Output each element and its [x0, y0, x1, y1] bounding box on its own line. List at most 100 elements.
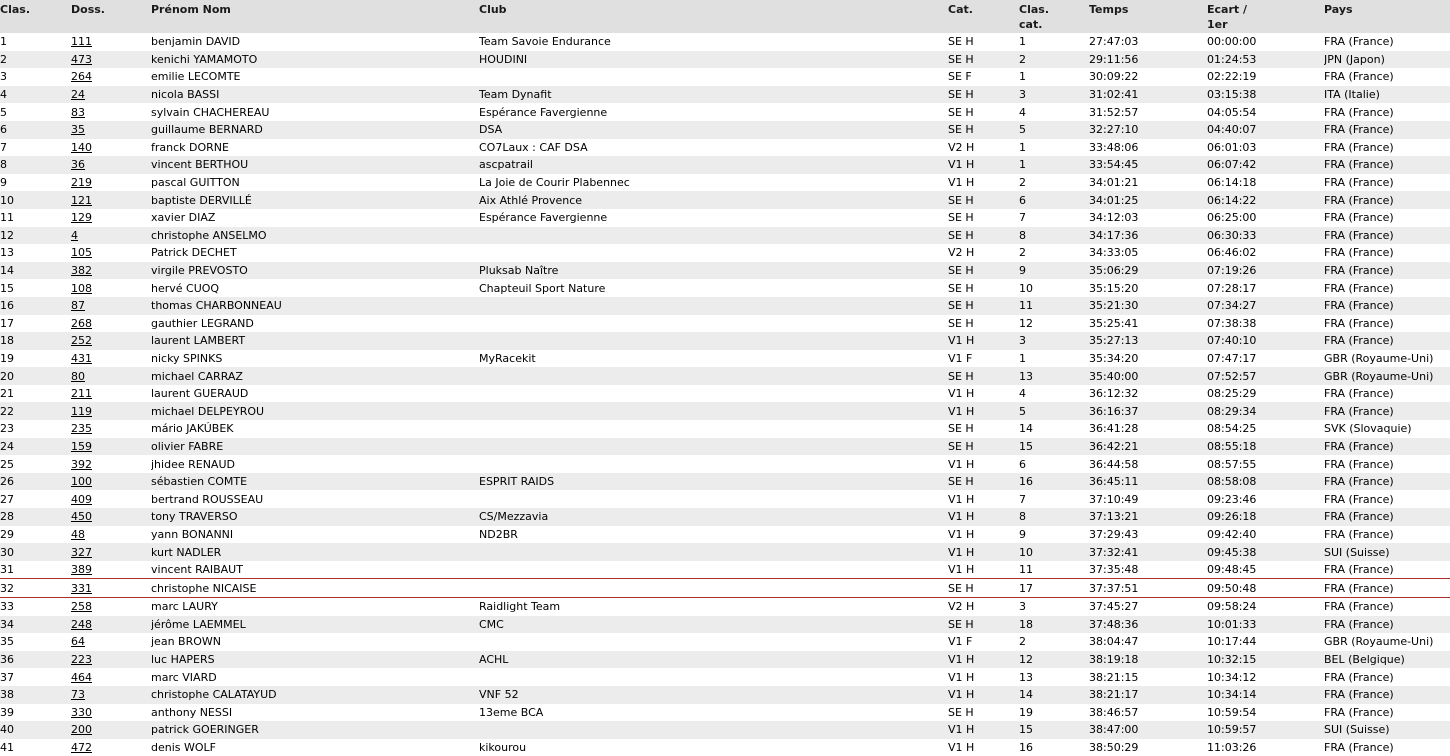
cell-clas-cat: 2 — [1019, 244, 1089, 262]
bib-link[interactable]: 83 — [71, 106, 85, 119]
header-doss[interactable]: Doss. — [71, 0, 151, 33]
bib-link[interactable]: 331 — [71, 582, 92, 595]
cell-club: Pluksab Naître — [479, 261, 948, 280]
table-row[interactable]: 19 431 nicky SPINKS MyRacekit V1 F 1 35:34:20 0… — [0, 349, 1450, 368]
header-club[interactable]: Club — [479, 0, 948, 33]
bib-link[interactable]: 464 — [71, 671, 92, 684]
cell-doss: 108 — [71, 279, 151, 297]
header-clas[interactable]: Clas. — [0, 0, 71, 33]
bib-link[interactable]: 35 — [71, 123, 85, 136]
header-clas-cat[interactable]: Clas. cat. — [1019, 0, 1089, 33]
bib-link[interactable]: 389 — [71, 563, 92, 576]
bib-link[interactable]: 111 — [71, 35, 92, 48]
table-row[interactable]: 6 35 guillaume BERNARD DSA SE H 5 32:27:10 04:4… — [0, 120, 1450, 139]
bib-link[interactable]: 64 — [71, 635, 85, 648]
bib-link[interactable]: 473 — [71, 53, 92, 66]
bib-link[interactable]: 119 — [71, 405, 92, 418]
bib-link[interactable]: 392 — [71, 458, 92, 471]
table-row[interactable]: 21 211 laurent GUERAUD V1 H 4 36:12:32 08:25:2… — [0, 384, 1450, 403]
table-row[interactable]: 35 64 jean BROWN V1 F 2 38:04:47 10:17:44 GBR (… — [0, 633, 1450, 651]
bib-link[interactable]: 431 — [71, 352, 92, 365]
table-row[interactable]: 41 472 denis WOLF kikourou V1 H 16 38:50:29 11:… — [0, 738, 1450, 756]
bib-link[interactable]: 80 — [71, 370, 85, 383]
table-row[interactable]: 23 235 mário JAKÚBEK SE H 14 36:41:28 08:54:25… — [0, 420, 1450, 438]
bib-link[interactable]: 24 — [71, 88, 85, 101]
table-row[interactable]: 26 100 sébastien COMTE ESPRIT RAIDS SE H 16 36… — [0, 472, 1450, 491]
bib-link[interactable]: 100 — [71, 475, 92, 488]
table-row[interactable]: 38 73 christophe CALATAYUD VNF 52 V1 H 14 38:2… — [0, 685, 1450, 704]
table-row[interactable]: 17 268 gauthier LEGRAND SE H 12 35:25:41 07:38… — [0, 314, 1450, 333]
bib-link[interactable]: 105 — [71, 246, 92, 259]
cell-doss: 80 — [71, 367, 151, 385]
table-row[interactable]: 2 473 kenichi YAMAMOTO HOUDINI SE H 2 29:11:56… — [0, 50, 1450, 69]
table-row[interactable]: 15 108 hervé CUOQ Chapteuil Sport Nature SE … — [0, 279, 1450, 297]
table-row[interactable]: 9 219 pascal GUITTON La Joie de Courir Plab… — [0, 173, 1450, 192]
header-nom[interactable]: Prénom Nom — [151, 0, 479, 33]
table-row[interactable]: 29 48 yann BONANNI ND2BR V1 H 9 37:29:43 09:42:… — [0, 525, 1450, 544]
table-row[interactable]: 30 327 kurt NADLER V1 H 10 37:32:41 09:45:38 SU… — [0, 543, 1450, 561]
bib-link[interactable]: 219 — [71, 176, 92, 189]
bib-link[interactable]: 4 — [71, 229, 78, 242]
table-row[interactable]: 8 36 vincent BERTHOU ascpatrail V1 H 1 33:54:4… — [0, 156, 1450, 174]
bib-link[interactable]: 200 — [71, 723, 92, 736]
bib-link[interactable]: 48 — [71, 528, 85, 541]
table-row[interactable]: 39 330 anthony NESSI 13eme BCA SE H 19 38:46:5… — [0, 703, 1450, 722]
bib-link[interactable]: 159 — [71, 440, 92, 453]
cell-pays: FRA (France) — [1324, 455, 1450, 473]
table-row[interactable]: 16 87 thomas CHARBONNEAU SE H 11 35:21:30 07:3… — [0, 296, 1450, 315]
table-row[interactable]: 4 24 nicola BASSI Team Dynafit SE H 3 31:02:41… — [0, 85, 1450, 104]
bib-link[interactable]: 409 — [71, 493, 92, 506]
table-row[interactable]: 25 392 jhidee RENAUD V1 H 6 36:44:58 08:57:55 F… — [0, 455, 1450, 473]
table-row[interactable]: 33 258 marc LAURY Raidlight Team V2 H 3 37:45:… — [0, 597, 1450, 616]
bib-link[interactable]: 258 — [71, 600, 92, 613]
table-row[interactable]: 36 223 luc HAPERS ACHL V1 H 12 38:19:18 10:32:1… — [0, 650, 1450, 669]
table-row[interactable]: 18 252 laurent LAMBERT V1 H 3 35:27:13 07:40:1… — [0, 332, 1450, 350]
bib-link[interactable]: 450 — [71, 510, 92, 523]
cell-clas: 36 — [0, 650, 71, 669]
table-row[interactable]: 27 409 bertrand ROUSSEAU V1 H 7 37:10:49 09:23… — [0, 490, 1450, 509]
header-cat[interactable]: Cat. — [948, 0, 1019, 33]
cell-pays: ITA (Italie) — [1324, 85, 1450, 104]
bib-link[interactable]: 330 — [71, 706, 92, 719]
bib-link[interactable]: 129 — [71, 211, 92, 224]
table-row[interactable]: 28 450 tony TRAVERSO CS/Mezzavia V1 H 8 37:13:… — [0, 508, 1450, 526]
table-row[interactable]: 3 264 emilie LECOMTE SE F 1 30:09:22 02:22:19 F… — [0, 68, 1450, 86]
table-row[interactable]: 31 389 vincent RAIBAUT V1 H 11 37:35:48 09:48:… — [0, 560, 1450, 579]
table-row[interactable]: 7 140 franck DORNE CO7Laux : CAF DSA V2 H 1 33… — [0, 138, 1450, 157]
cell-clas-cat: 4 — [1019, 103, 1089, 121]
bib-link[interactable]: 248 — [71, 618, 92, 631]
table-row[interactable]: 1 111 benjamin DAVID Team Savoie Endurance S… — [0, 33, 1450, 51]
bib-link[interactable]: 87 — [71, 299, 85, 312]
header-ecart[interactable]: Ecart / 1er — [1207, 0, 1324, 33]
table-row[interactable]: 37 464 marc VIARD V1 H 13 38:21:15 10:34:12 FRA… — [0, 668, 1450, 686]
table-row[interactable]: 11 129 xavier DIAZ Espérance Favergienne SE … — [0, 208, 1450, 227]
table-row[interactable]: 24 159 olivier FABRE SE H 15 36:42:21 08:55:18… — [0, 437, 1450, 456]
bib-link[interactable]: 327 — [71, 546, 92, 559]
bib-link[interactable]: 73 — [71, 688, 85, 701]
bib-link[interactable]: 121 — [71, 194, 92, 207]
bib-link[interactable]: 382 — [71, 264, 92, 277]
table-row[interactable]: 13 105 Patrick DECHET V2 H 2 34:33:05 06:46:02… — [0, 244, 1450, 262]
table-row[interactable]: 14 382 virgile PREVOSTO Pluksab Naître SE H9… — [0, 261, 1450, 280]
header-pays[interactable]: Pays — [1324, 0, 1450, 33]
bib-link[interactable]: 472 — [71, 741, 92, 754]
bib-link[interactable]: 268 — [71, 317, 92, 330]
bib-link[interactable]: 264 — [71, 70, 92, 83]
table-row[interactable]: 40 200 patrick GOERINGER V1 H 15 38:47:00 10:5… — [0, 721, 1450, 739]
bib-link[interactable]: 36 — [71, 158, 85, 171]
table-row[interactable]: 12 4 christophe ANSELMO SE H 8 34:17:36 06:30:… — [0, 226, 1450, 245]
bib-link[interactable]: 252 — [71, 334, 92, 347]
bib-link[interactable]: 108 — [71, 282, 92, 295]
table-row-highlighted[interactable]: 32 331 christophe NICAISE SE H 17 37:37:51 09:… — [0, 578, 1450, 598]
table-row[interactable]: 5 83 sylvain CHACHEREAU Espérance Favergien… — [0, 103, 1450, 121]
bib-link[interactable]: 140 — [71, 141, 92, 154]
header-temps[interactable]: Temps — [1089, 0, 1207, 33]
bib-link[interactable]: 211 — [71, 387, 92, 400]
table-row[interactable]: 10 121 baptiste DERVILLÉ Aix Athlé Provence… — [0, 191, 1450, 209]
bib-link[interactable]: 223 — [71, 653, 92, 666]
table-row[interactable]: 34 248 jérôme LAEMMEL CMC SE H 18 37:48:36 10:0… — [0, 615, 1450, 634]
cell-ecart: 08:54:25 — [1207, 420, 1324, 438]
bib-link[interactable]: 235 — [71, 422, 92, 435]
table-row[interactable]: 20 80 michael CARRAZ SE H 13 35:40:00 07:52:57… — [0, 367, 1450, 385]
table-row[interactable]: 22 119 michael DELPEYROU V1 H 5 36:16:37 08:29… — [0, 402, 1450, 421]
